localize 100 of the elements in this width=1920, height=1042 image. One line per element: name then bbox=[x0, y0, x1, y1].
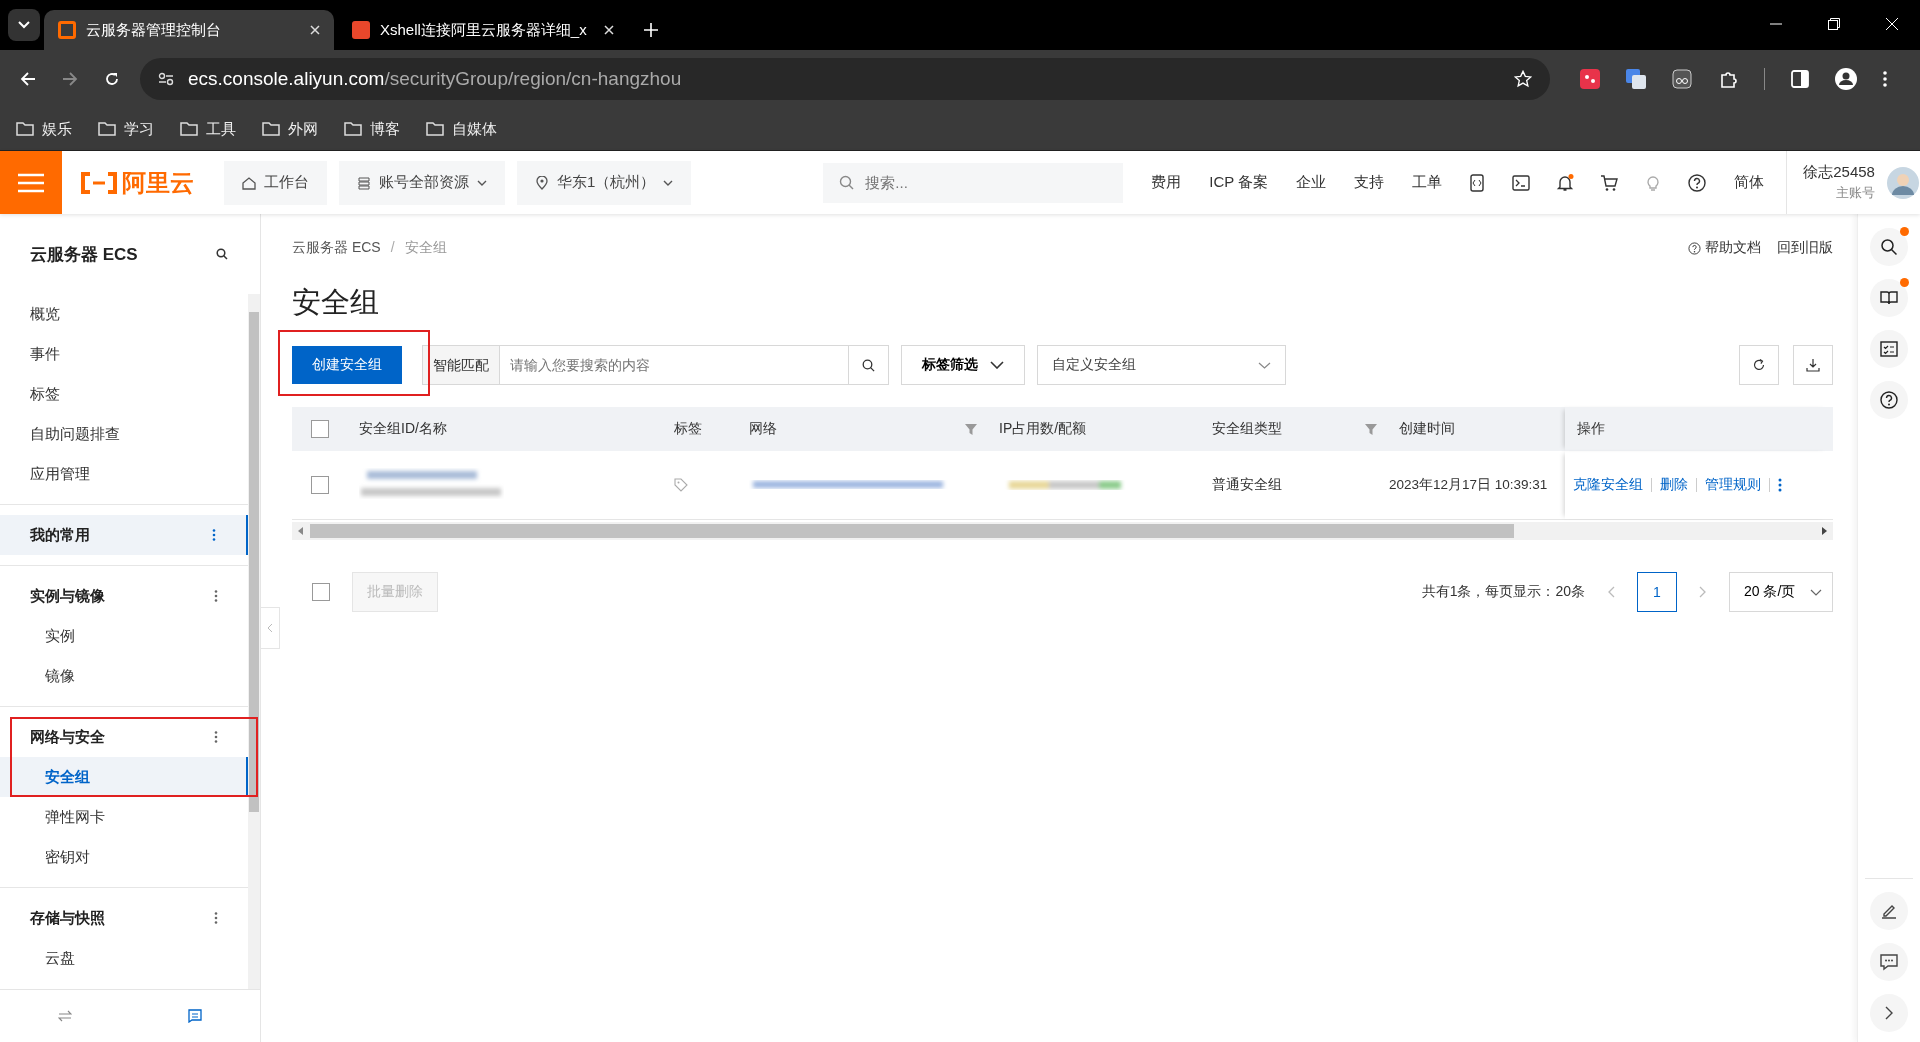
sidebar-group-header[interactable]: 网络与安全 bbox=[0, 717, 248, 757]
close-icon[interactable] bbox=[310, 25, 320, 35]
forward-icon[interactable] bbox=[62, 71, 78, 87]
sidebar-group-header[interactable]: 实例与镜像 bbox=[0, 576, 248, 616]
filter-icon[interactable] bbox=[965, 423, 977, 435]
close-icon[interactable] bbox=[604, 25, 614, 35]
nav-button[interactable]: 华东1（杭州） bbox=[517, 160, 692, 205]
scroll-left-icon[interactable] bbox=[298, 527, 304, 535]
tab-menu-button[interactable] bbox=[8, 9, 40, 41]
site-settings-icon[interactable] bbox=[158, 72, 174, 86]
breadcrumb-separator: / bbox=[390, 239, 395, 257]
refresh-button[interactable] bbox=[1739, 345, 1779, 385]
horizontal-scrollbar[interactable] bbox=[292, 522, 1833, 540]
header-link[interactable]: 支持 bbox=[1354, 173, 1385, 192]
search-field[interactable]: 请输入您要搜索的内容 bbox=[499, 345, 849, 385]
sidebar-item[interactable]: 标签 bbox=[0, 374, 248, 414]
search-field[interactable]: 搜索... bbox=[823, 162, 1124, 203]
nav-button[interactable]: 工作台 bbox=[224, 160, 327, 205]
bookmark-folder[interactable]: 工具 bbox=[180, 119, 236, 139]
action-link[interactable]: 管理规则 bbox=[1705, 476, 1761, 494]
row-checkbox[interactable] bbox=[310, 476, 329, 494]
header-link[interactable]: ICP 备案 bbox=[1209, 173, 1269, 192]
search-icon[interactable] bbox=[1880, 238, 1898, 256]
bookmark-folder[interactable]: 自媒体 bbox=[426, 119, 497, 139]
message-icon[interactable] bbox=[188, 1009, 202, 1023]
action-link[interactable]: 克隆安全组 bbox=[1573, 476, 1643, 494]
download-button[interactable] bbox=[1793, 345, 1833, 385]
scrollbar[interactable] bbox=[248, 294, 260, 989]
help-icon[interactable] bbox=[1880, 391, 1898, 409]
bookmark-star-icon[interactable] bbox=[1514, 70, 1532, 88]
sidebar-item[interactable]: 实例 bbox=[0, 616, 248, 656]
more-icon[interactable] bbox=[1883, 71, 1887, 87]
terminal-icon[interactable] bbox=[1512, 173, 1531, 192]
create-button[interactable]: 创建安全组 bbox=[292, 346, 402, 384]
more-icon[interactable] bbox=[212, 529, 216, 541]
search-icon[interactable] bbox=[216, 248, 228, 260]
tag-filter-dropdown[interactable]: 标签筛选 bbox=[901, 345, 1025, 385]
swap-icon[interactable] bbox=[58, 1010, 72, 1022]
reload-icon[interactable] bbox=[104, 71, 120, 87]
side-panel-icon[interactable] bbox=[1791, 70, 1809, 88]
expand-icon[interactable] bbox=[1884, 1006, 1894, 1020]
header-link[interactable]: 费用 bbox=[1151, 173, 1182, 192]
sidebar-item[interactable]: 密钥对 bbox=[0, 837, 248, 877]
extension-icon[interactable] bbox=[1672, 69, 1692, 89]
download-icon bbox=[1806, 358, 1820, 372]
menu-button[interactable] bbox=[0, 151, 62, 214]
bell-icon[interactable] bbox=[1556, 173, 1575, 192]
action-link[interactable]: 删除 bbox=[1660, 476, 1688, 494]
help-icon[interactable] bbox=[1688, 173, 1707, 192]
sidebar-group-header[interactable]: 我的常用 bbox=[0, 515, 248, 555]
scroll-right-icon[interactable] bbox=[1821, 527, 1827, 535]
bookmark-folder[interactable]: 娱乐 bbox=[16, 119, 72, 139]
breadcrumb-item[interactable]: 云服务器 ECS bbox=[292, 239, 381, 257]
group-type-select[interactable]: 自定义安全组 bbox=[1037, 345, 1286, 385]
sidebar-item[interactable]: 自助问题排查 bbox=[0, 414, 248, 454]
bookmark-folder[interactable]: 博客 bbox=[344, 119, 400, 139]
page-button[interactable]: 1 bbox=[1637, 572, 1677, 612]
sidebar-item[interactable]: 应用管理 bbox=[0, 454, 248, 494]
header-link[interactable]: 工单 bbox=[1412, 173, 1443, 192]
sidebar-item[interactable]: 云盘 bbox=[0, 938, 248, 978]
puzzle-icon[interactable] bbox=[1718, 69, 1738, 89]
user-name[interactable]: 徐志25458 bbox=[1803, 163, 1875, 182]
browser-tab[interactable]: 云服务器管理控制台 bbox=[44, 10, 334, 50]
page-size-select[interactable]: 20 条/页 bbox=[1729, 572, 1833, 612]
column-header: 标签 bbox=[674, 420, 702, 438]
address-bar[interactable]: ecs.console.aliyun.com/securityGroup/region/cn-hangzhou bbox=[140, 58, 1550, 100]
chat-icon[interactable] bbox=[1880, 953, 1898, 971]
more-icon[interactable] bbox=[1778, 478, 1782, 492]
book-icon[interactable] bbox=[1880, 289, 1898, 307]
sidebar-item[interactable]: 概览 bbox=[0, 294, 248, 334]
bookmark-folder[interactable]: 外网 bbox=[262, 119, 318, 139]
restore-icon[interactable] bbox=[1828, 18, 1840, 30]
more-icon[interactable] bbox=[214, 590, 218, 602]
bookmark-folder[interactable]: 学习 bbox=[98, 119, 154, 139]
extension-icon[interactable] bbox=[1580, 69, 1600, 89]
top-link[interactable]: 帮助文档 bbox=[1688, 239, 1761, 257]
collapse-handle[interactable] bbox=[261, 607, 280, 649]
back-icon[interactable] bbox=[20, 71, 36, 87]
profile-icon[interactable] bbox=[1835, 68, 1857, 90]
cart-icon[interactable] bbox=[1600, 173, 1619, 192]
translate-icon[interactable] bbox=[1626, 69, 1646, 89]
sidebar-item[interactable]: 事件 bbox=[0, 334, 248, 374]
browser-tab[interactable]: Xshell连接阿里云服务器详细_x bbox=[338, 10, 628, 50]
ide-icon[interactable] bbox=[1468, 173, 1487, 192]
select-all-checkbox[interactable] bbox=[312, 583, 330, 601]
new-tab-icon[interactable] bbox=[644, 23, 658, 37]
sidebar-group-header[interactable]: 存储与快照 bbox=[0, 898, 248, 938]
header-link[interactable]: 企业 bbox=[1296, 173, 1327, 192]
nav-button[interactable]: 账号全部资源 bbox=[339, 160, 505, 205]
sidebar-item[interactable]: 弹性网卡 bbox=[0, 797, 248, 837]
avatar-icon[interactable] bbox=[1886, 166, 1919, 199]
language-link[interactable]: 简体 bbox=[1734, 173, 1765, 192]
select-all-checkbox[interactable] bbox=[310, 420, 329, 438]
checklist-icon[interactable] bbox=[1880, 340, 1898, 358]
top-link[interactable]: 回到旧版 bbox=[1777, 239, 1833, 257]
more-icon[interactable] bbox=[214, 912, 218, 924]
sidebar-item[interactable]: 安全组 bbox=[0, 757, 248, 797]
more-icon[interactable] bbox=[214, 731, 218, 743]
filter-icon[interactable] bbox=[1365, 423, 1377, 435]
sidebar-item[interactable]: 镜像 bbox=[0, 656, 248, 696]
